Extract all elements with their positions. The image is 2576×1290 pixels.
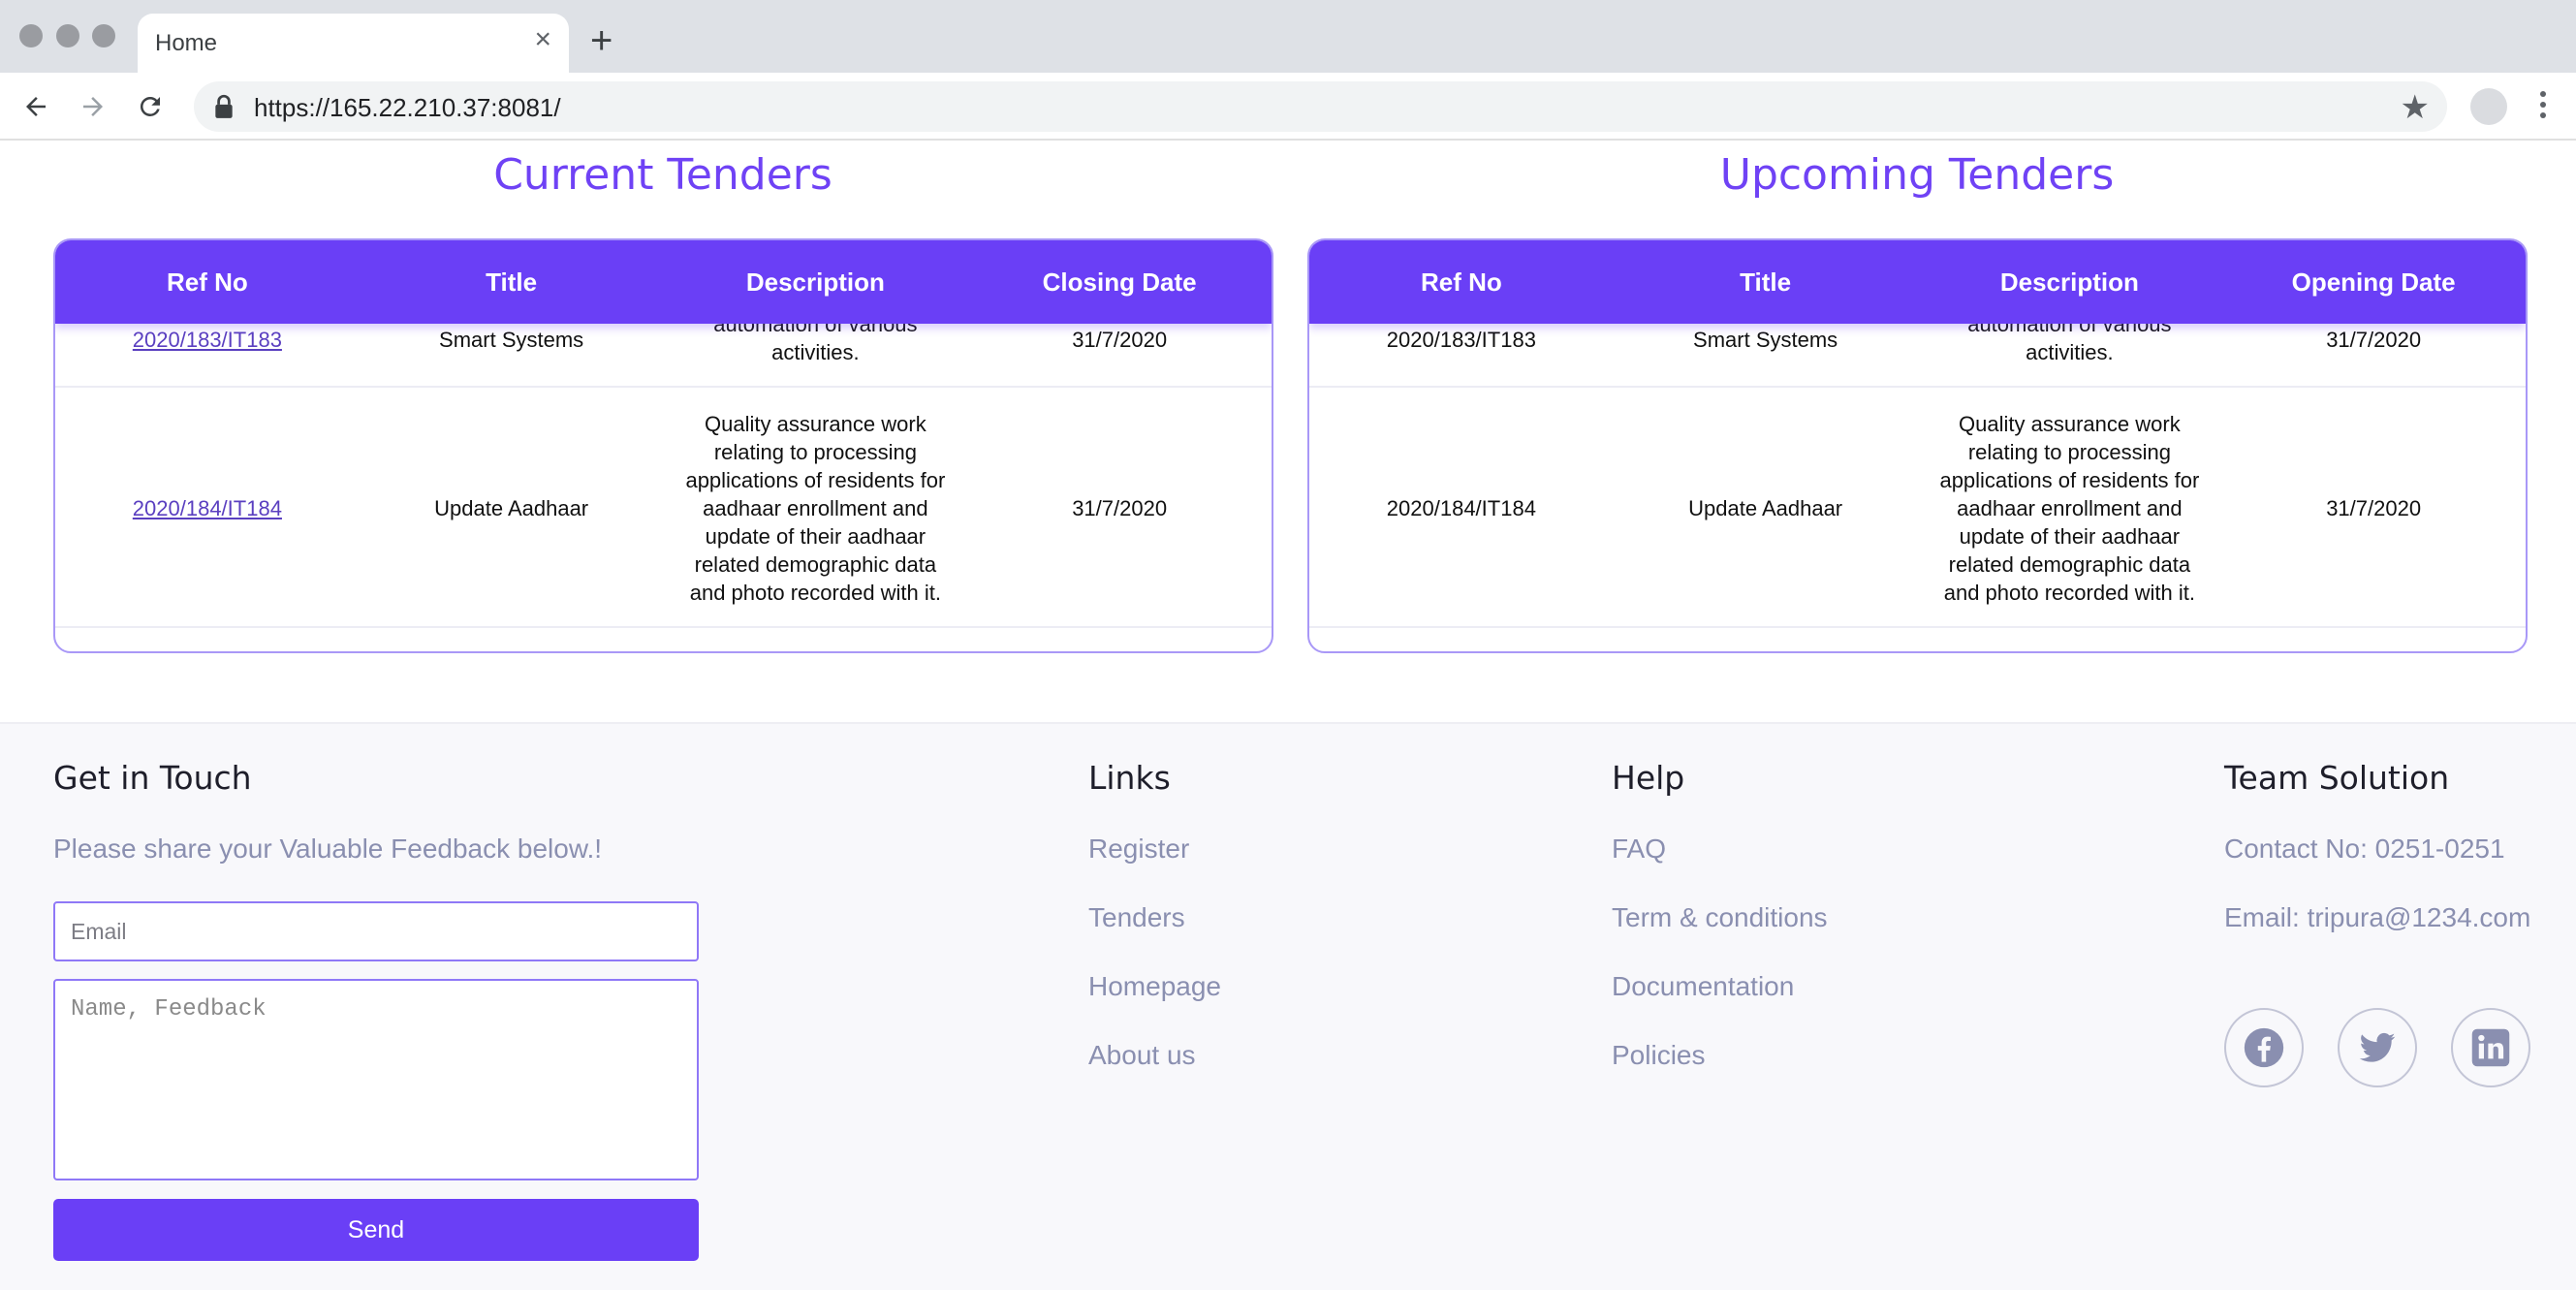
column-header-opening-date: Opening Date	[2291, 267, 2456, 297]
description-cell: Quality assurance work relating to proce…	[685, 411, 946, 605]
team-solution-heading: Team Solution	[2224, 759, 2450, 797]
closing-date-cell: 31/7/2020	[1072, 495, 1168, 520]
column-header-title: Title	[486, 267, 538, 297]
facebook-icon	[2244, 1027, 2284, 1068]
contact-email: Email: tripura@1234.com	[2224, 902, 2531, 932]
reload-button[interactable]	[129, 85, 172, 128]
url-text: https://165.22.210.37:8081/	[254, 93, 561, 122]
title-cell: Update Aadhaar	[1688, 495, 1843, 520]
lock-icon	[215, 94, 233, 118]
feedback-textarea[interactable]	[53, 979, 699, 1180]
linkedin-icon	[2471, 1028, 2510, 1067]
footer-link-homepage[interactable]: Homepage	[1088, 971, 1221, 1002]
email-input[interactable]	[53, 901, 699, 961]
ref-no-cell: 2020/184/IT184	[55, 390, 360, 626]
table-header: Ref No Title Description Opening Date	[1309, 240, 2526, 324]
facebook-button[interactable]	[2224, 1008, 2304, 1087]
forward-button[interactable]	[72, 85, 114, 128]
bookmark-star-icon[interactable]: ★	[2401, 88, 2430, 127]
ref-no-cell: 2020/184/IT184	[1386, 495, 1536, 520]
linkedin-button[interactable]	[2451, 1008, 2530, 1087]
footer-link-about-us[interactable]: About us	[1088, 1040, 1196, 1071]
tab-title: Home	[155, 30, 218, 56]
ref-no-link[interactable]: 2020/184/IT184	[133, 494, 282, 522]
address-bar[interactable]: https://165.22.210.37:8081/ ★	[194, 81, 2447, 132]
twitter-button[interactable]	[2338, 1008, 2417, 1087]
window-close-dot[interactable]	[19, 24, 43, 47]
table-row: 2020/184/IT184 Update Aadhaar Quality as…	[1309, 390, 2526, 628]
new-tab-button[interactable]: +	[590, 21, 613, 60]
browser-menu-icon[interactable]	[2533, 86, 2553, 129]
twitter-icon	[2359, 1032, 2396, 1062]
forward-arrow-icon	[83, 97, 103, 116]
profile-avatar[interactable]	[2470, 88, 2507, 125]
get-in-touch-heading: Get in Touch	[53, 759, 252, 797]
help-heading: Help	[1612, 759, 1685, 797]
upcoming-tenders-title: Upcoming Tenders	[1719, 150, 2115, 200]
footer-link-tenders[interactable]: Tenders	[1088, 902, 1185, 933]
browser-tab-active[interactable]: Home ×	[138, 14, 569, 73]
browser-tab-strip: Home × +	[0, 0, 2576, 73]
browser-toolbar: https://165.22.210.37:8081/ ★	[0, 73, 2576, 141]
feedback-subtitle: Please share your Valuable Feedback belo…	[53, 834, 603, 864]
current-tenders-table: Ref No Title Description Closing Date 20…	[53, 238, 1273, 653]
column-header-title: Title	[1740, 267, 1792, 297]
opening-date-cell: 31/7/2020	[2326, 495, 2422, 520]
ref-no-link[interactable]: 2020/183/IT183	[133, 326, 282, 354]
current-tenders-title: Current Tenders	[493, 150, 832, 200]
description-cell: Quality assurance work relating to proce…	[1939, 411, 2200, 605]
upcoming-tenders-table: Ref No Title Description Opening Date 20…	[1307, 238, 2528, 653]
column-header-ref-no: Ref No	[166, 267, 248, 297]
links-heading: Links	[1088, 759, 1171, 797]
footer-link-documentation[interactable]: Documentation	[1612, 971, 1794, 1002]
back-button[interactable]	[15, 85, 57, 128]
table-header: Ref No Title Description Closing Date	[55, 240, 1272, 324]
column-header-closing-date: Closing Date	[1042, 267, 1197, 297]
column-header-description: Description	[1999, 267, 2139, 297]
footer-link-faq[interactable]: FAQ	[1612, 834, 1666, 865]
title-cell: Update Aadhaar	[434, 495, 589, 520]
column-header-ref-no: Ref No	[1420, 267, 1502, 297]
site-footer: Get in Touch Please share your Valuable …	[0, 722, 2576, 1290]
window-minimize-dot[interactable]	[56, 24, 79, 47]
footer-link-policies[interactable]: Policies	[1612, 1040, 1705, 1071]
window-maximize-dot[interactable]	[92, 24, 115, 47]
table-row: 2020/184/IT184 Update Aadhaar Quality as…	[55, 390, 1272, 628]
send-button[interactable]: Send	[53, 1199, 699, 1261]
contact-number: Contact No: 0251-0251	[2224, 834, 2505, 864]
reload-icon	[140, 96, 160, 116]
back-arrow-icon	[26, 97, 46, 116]
tab-close-icon[interactable]: ×	[534, 25, 551, 54]
footer-link-terms[interactable]: Term & conditions	[1612, 902, 1828, 933]
column-header-description: Description	[745, 267, 885, 297]
footer-link-register[interactable]: Register	[1088, 834, 1189, 865]
